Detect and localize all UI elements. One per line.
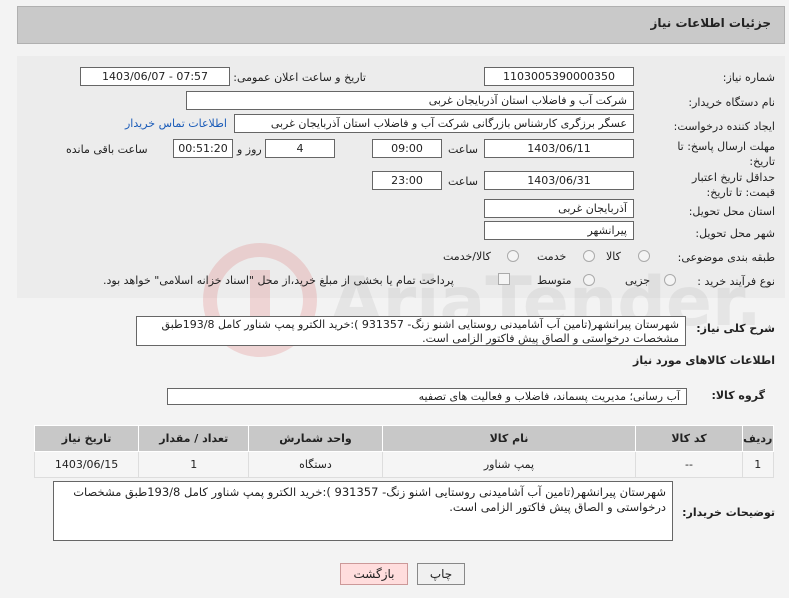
need-number-label: شماره نیاز: — [722, 71, 775, 84]
deadline-time-field: 09:00 — [372, 139, 442, 158]
deadline-time-label: ساعت — [448, 143, 478, 156]
category-radio-goods[interactable] — [638, 250, 650, 262]
process-label: نوع فرآیند خرید : — [697, 275, 775, 288]
city-field: پیرانشهر — [484, 221, 634, 240]
payment-checkbox[interactable] — [498, 273, 510, 285]
remaining-label: ساعت باقی مانده — [66, 143, 148, 156]
table-row: 1 -- پمپ شناور دستگاه 1 1403/06/15 — [33, 451, 775, 478]
process-radio-minor[interactable] — [664, 274, 676, 286]
col-header-date: تاریخ نیاز — [33, 425, 140, 452]
col-header-code: کد کالا — [635, 425, 743, 452]
days-remaining-field: 4 — [265, 139, 335, 158]
province-field: آذربایجان غربی — [484, 199, 634, 218]
cell-code: -- — [635, 451, 743, 478]
cell-row: 1 — [741, 451, 775, 478]
validity-label: حداقل تاریخ اعتبار قیمت: تا تاریخ: — [691, 171, 775, 199]
category-option-service: خدمت — [537, 250, 567, 263]
announce-label: تاریخ و ساعت اعلان عمومی: — [233, 71, 366, 84]
page-title: جزئیات اطلاعات نیاز — [650, 16, 771, 30]
category-option-both: کالا/خدمت — [443, 250, 491, 263]
deadline-label: مهلت ارسال پاسخ: تا تاریخ: — [677, 140, 775, 168]
validity-date-field: 1403/06/31 — [484, 171, 634, 190]
process-option-medium: متوسط — [537, 274, 572, 287]
payment-note: پرداخت تمام یا بخشی از مبلغ خرید،از محل … — [103, 274, 454, 287]
description-label: شرح کلی نیاز: — [696, 322, 775, 335]
category-label: طبقه بندی موضوعی: — [677, 251, 775, 264]
deadline-date-field: 1403/06/11 — [484, 139, 634, 158]
goods-group-field: آب رسانی؛ مدیریت پسماند، فاضلاب و فعالیت… — [167, 388, 687, 405]
buyer-label: نام دستگاه خریدار: — [688, 96, 775, 109]
need-number-field: 1103005390000350 — [484, 67, 634, 86]
category-radio-service[interactable] — [583, 250, 595, 262]
cell-date: 1403/06/15 — [33, 451, 140, 478]
cell-qty: 1 — [138, 451, 250, 478]
description-field: شهرستان پیرانشهر(تامین آب آشامیدنی روستا… — [136, 316, 686, 346]
days-label: روز و — [237, 143, 262, 156]
category-option-goods: کالا — [606, 250, 621, 263]
validity-time-field: 23:00 — [372, 171, 442, 190]
buyer-field: شرکت آب و فاضلاب استان آذربایجان غربی — [186, 91, 634, 110]
cell-name: پمپ شناور — [381, 451, 637, 478]
province-label: استان محل تحویل: — [688, 205, 775, 218]
validity-time-label: ساعت — [448, 175, 478, 188]
city-label: شهر محل تحویل: — [695, 227, 775, 240]
col-header-name: نام کالا — [381, 425, 637, 452]
col-header-row: ردیف — [741, 425, 775, 452]
contact-buyer-link[interactable]: اطلاعات تماس خریدار — [125, 117, 227, 130]
goods-group-label: گروه کالا: — [711, 389, 765, 402]
goods-table-header-row: ردیف کد کالا نام کالا واحد شمارش تعداد /… — [33, 425, 775, 452]
creator-field: عسگر برزگری کارشناس بازرگانی شرکت آب و ف… — [234, 114, 634, 133]
announce-field: 1403/06/07 - 07:57 — [80, 67, 230, 86]
cell-unit: دستگاه — [248, 451, 383, 478]
category-radio-both[interactable] — [507, 250, 519, 262]
time-remaining-field: 00:51:20 — [173, 139, 233, 158]
print-button[interactable]: چاپ — [417, 563, 465, 585]
creator-label: ایجاد کننده درخواست: — [673, 120, 775, 133]
back-button[interactable]: بازگشت — [340, 563, 408, 585]
goods-section-title: اطلاعات کالاهای مورد نیاز — [633, 354, 775, 367]
process-option-minor: جزیی — [625, 274, 651, 287]
goods-table: ردیف کد کالا نام کالا واحد شمارش تعداد /… — [33, 425, 775, 478]
buyer-notes-field: شهرستان پیرانشهر(تامین آب آشامیدنی روستا… — [53, 481, 673, 541]
buyer-notes-label: توضیحات خریدار: — [682, 506, 775, 519]
process-radio-medium[interactable] — [583, 274, 595, 286]
col-header-qty: تعداد / مقدار — [138, 425, 250, 452]
col-header-unit: واحد شمارش — [248, 425, 383, 452]
